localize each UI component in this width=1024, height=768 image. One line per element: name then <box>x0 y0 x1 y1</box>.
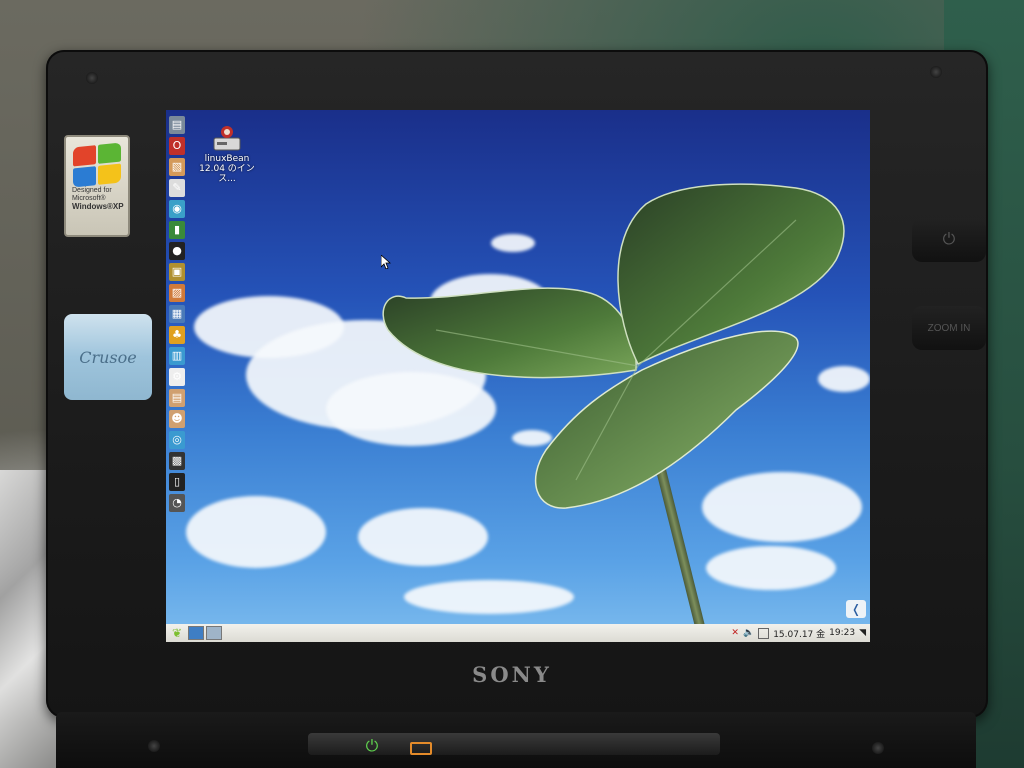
cloud <box>186 496 326 568</box>
power-led-icon: ⏻ <box>365 736 379 755</box>
sony-logo: SONY <box>472 662 552 687</box>
clover-leaves <box>382 183 845 509</box>
screw-icon <box>930 66 942 78</box>
trash-icon[interactable]: ◔ <box>169 494 185 512</box>
mouse-pointer-icon <box>381 255 391 269</box>
network-icon[interactable]: ◉ <box>169 200 185 218</box>
archive-icon[interactable]: ▤ <box>169 389 185 407</box>
system-monitor-icon[interactable]: ▥ <box>169 347 185 365</box>
paint-icon[interactable]: ▨ <box>169 284 185 302</box>
application-dock: ▤ O ▧ ✎ ◉ ▮ ● ▣ ▨ ▦ ♣ ▥ ⚙ ▤ ☻ ◎ ▩ ▯ ◔ <box>166 116 188 516</box>
tray-menu-icon[interactable]: ◥ <box>859 628 866 638</box>
settings-icon[interactable]: ⚙ <box>169 368 185 386</box>
clock-time[interactable]: 19:23 <box>829 628 855 638</box>
battery-led-icon <box>410 742 432 755</box>
screw-icon <box>872 742 884 754</box>
cloud <box>404 580 574 614</box>
clock-date[interactable]: 15.07.17 金 <box>773 627 825 640</box>
package-icon[interactable]: ▣ <box>169 263 185 281</box>
keyboard-tray-icon[interactable] <box>758 627 770 639</box>
installer-label-line2: 12.04 のインス... <box>199 164 255 184</box>
network-tray-icon[interactable]: ✕ <box>731 628 739 638</box>
windows-logo-icon <box>73 142 121 188</box>
opera-icon[interactable]: O <box>169 137 185 155</box>
volume-tray-icon[interactable]: 🔈 <box>743 628 754 638</box>
notes-icon[interactable]: ▮ <box>169 221 185 239</box>
terminal-icon[interactable]: ▯ <box>169 473 185 491</box>
photo-icon[interactable]: ▦ <box>169 305 185 323</box>
installer-icon <box>210 124 244 154</box>
power-button[interactable]: ⏻ <box>912 218 986 262</box>
start-menu-button[interactable]: ❦ <box>168 625 186 641</box>
crusoe-sticker: Crusoe <box>64 314 152 400</box>
image-viewer-icon[interactable]: ▧ <box>169 158 185 176</box>
file-manager-icon[interactable]: ▤ <box>169 116 185 134</box>
text-editor-icon[interactable]: ✎ <box>169 179 185 197</box>
wifi-icon[interactable]: ◎ <box>169 431 185 449</box>
user-icon[interactable]: ☻ <box>169 410 185 428</box>
software-icon[interactable]: ♣ <box>169 326 185 344</box>
xp-sticker-text: Designed for Microsoft® Windows®XP <box>72 187 124 211</box>
workspace-1-button[interactable] <box>188 626 204 640</box>
workspace-2-button[interactable] <box>206 626 222 640</box>
windows-xp-sticker: Designed for Microsoft® Windows®XP <box>64 135 130 237</box>
zoom-in-button[interactable]: ZOOM IN <box>912 306 986 350</box>
corner-widget-icon[interactable]: ❬ <box>846 600 866 618</box>
chart-icon[interactable]: ▩ <box>169 452 185 470</box>
cloud <box>706 546 836 590</box>
screw-icon <box>148 740 160 752</box>
desktop-screen[interactable]: ▤ O ▧ ✎ ◉ ▮ ● ▣ ▨ ▦ ♣ ▥ ⚙ ▤ ☻ ◎ ▩ ▯ ◔ linuxBean 12.04 のインス… <box>166 110 870 642</box>
installer-label-line1: linuxBean <box>204 154 250 164</box>
disk-icon[interactable]: ● <box>169 242 185 260</box>
taskbar: ❦ ✕ 🔈 15.07.17 金 19:23 ◥ <box>166 624 870 642</box>
system-tray: ✕ 🔈 15.07.17 金 19:23 ◥ <box>731 627 870 640</box>
linuxbean-installer-shortcut[interactable]: linuxBean 12.04 のインス... <box>192 124 262 184</box>
screw-icon <box>86 72 98 84</box>
